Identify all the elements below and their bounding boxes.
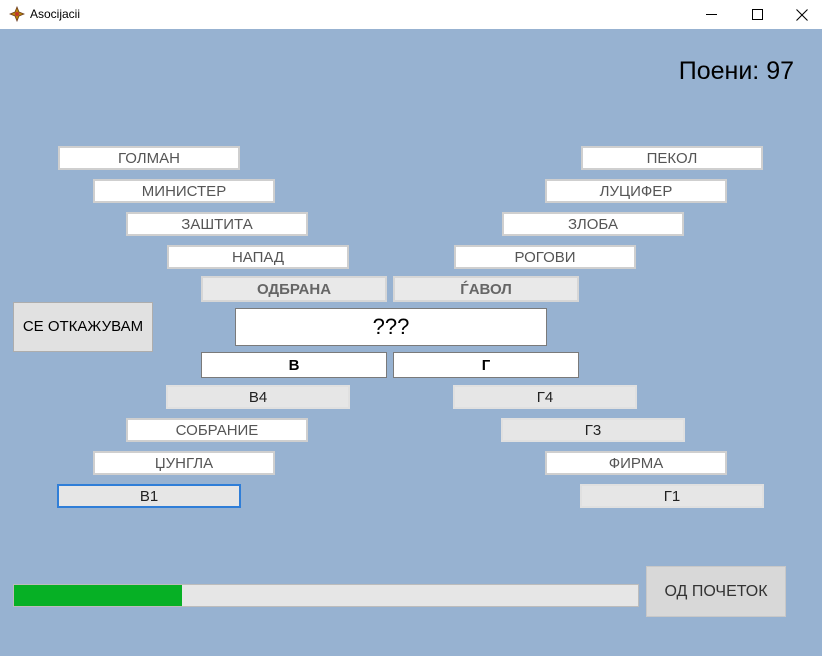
column-c-answer[interactable]: В [201,352,387,378]
minimize-icon [705,14,717,15]
close-icon [796,8,808,21]
column-b-field-3[interactable]: ЗЛОБА [502,212,684,236]
column-b-field-4[interactable]: РОГОВИ [454,245,636,269]
column-a-field-3[interactable]: ЗАШТИТА [126,212,308,236]
column-b-field-2[interactable]: ЛУЦИФЕР [545,179,727,203]
window-title: Asocijacii [30,7,81,21]
final-answer-field[interactable]: ??? [235,308,547,346]
app-icon [9,6,25,22]
column-c-field-4[interactable]: В4 [166,385,350,409]
column-c-field-2[interactable]: ЏУНГЛА [93,451,275,475]
maximize-button[interactable] [734,0,780,29]
column-d-field-2[interactable]: ФИРМА [545,451,727,475]
minimize-button[interactable] [688,0,734,29]
maximize-icon [751,9,763,20]
score-label: Поени: 97 [678,57,794,85]
column-d-field-4[interactable]: Г4 [453,385,637,409]
game-area: Поени: 97 ГОЛМАН МИНИСТЕР ЗАШТИТА НАПАД … [0,29,822,656]
title-bar: Asocijacii [0,0,822,29]
column-d-answer[interactable]: Г [393,352,579,378]
restart-button[interactable]: ОД ПОЧЕТОК [646,566,786,617]
column-b-field-1[interactable]: ПЕКОЛ [581,146,763,170]
column-a-field-2[interactable]: МИНИСТЕР [93,179,275,203]
progress-fill [14,585,183,606]
give-up-button[interactable]: СЕ ОТКАЖУВАМ [13,302,153,352]
column-b-answer[interactable]: ЃАВОЛ [393,276,579,302]
column-c-field-1[interactable]: В1 [57,484,241,508]
column-a-answer[interactable]: ОДБРАНА [201,276,387,302]
column-c-field-3[interactable]: СОБРАНИЕ [126,418,308,442]
column-a-field-4[interactable]: НАПАД [167,245,349,269]
time-progress-bar [13,584,639,607]
column-a-field-1[interactable]: ГОЛМАН [58,146,240,170]
close-button[interactable] [779,0,822,29]
column-d-field-1[interactable]: Г1 [580,484,764,508]
column-d-field-3[interactable]: Г3 [501,418,685,442]
